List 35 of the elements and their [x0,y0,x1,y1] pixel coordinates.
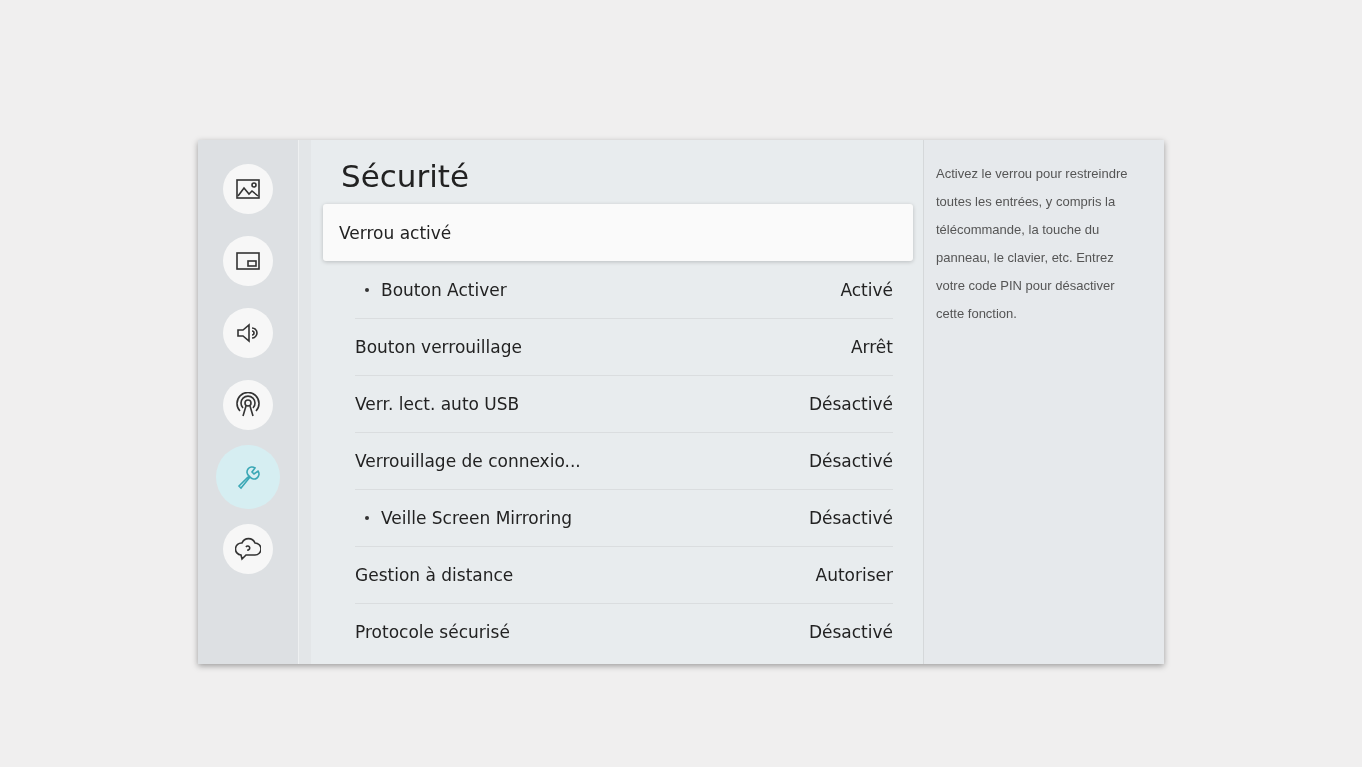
menu-item[interactable]: Bouton verrouillage Arrêt [355,318,893,375]
menu-item-value: Désactivé [808,622,893,642]
menu-item[interactable]: Bouton Activer Activé [355,261,893,318]
menu-item-label: Bouton Activer [381,279,507,300]
page-title: Sécurité [341,158,471,194]
menu-item-label: Veille Screen Mirroring [381,508,573,528]
menu-item-label: Bouton verrouillage [355,337,522,357]
menu-item[interactable]: Verrou activé [323,204,913,261]
menu-item-label: Gestion à distance [355,565,514,585]
category-button[interactable] [223,308,273,358]
bullet-icon [365,287,369,292]
category-button[interactable] [223,524,273,574]
help-bubble-icon [235,536,261,562]
menu-item[interactable]: Protocole sécurisé Désactivé [355,603,893,660]
picture-icon [235,176,261,202]
menu-item-value: Autoriser [815,565,893,585]
category-button[interactable] [223,236,273,286]
menu-item-label: Verr. lect. auto USB [355,394,520,414]
menu-item[interactable]: Gestion à distance Autoriser [355,546,893,603]
menu-item-label: Protocole sécurisé [355,622,510,642]
menu-item[interactable]: Verr. lect. auto USB Désactivé [355,375,893,432]
menu-item-value: Désactivé [808,508,893,528]
category-button[interactable] [223,380,273,430]
menu-item-value: Désactivé [808,394,893,414]
menu-item[interactable]: Veille Screen Mirroring Désactivé [355,489,893,546]
bullet-icon [365,516,369,520]
category-button[interactable] [223,164,273,214]
menu-item[interactable]: Verrouillage de connexio... Désactivé [355,432,893,489]
menu-item-label: Verrouillage de connexio... [355,451,581,471]
antenna-icon [235,392,261,418]
menu-item-value: Activé [840,279,893,300]
menu-item-value: Arrêt [850,337,893,357]
menu-item-value: Désactivé [808,451,893,471]
description-text: Activez le verrou pour restreindre toutes les entrées, y compris la télécommande, la touche du panneau, le clavier, etc. Entrez votre code PIN pour désactiver cette fonction. [936,165,1129,323]
wrench-icon [235,464,261,490]
